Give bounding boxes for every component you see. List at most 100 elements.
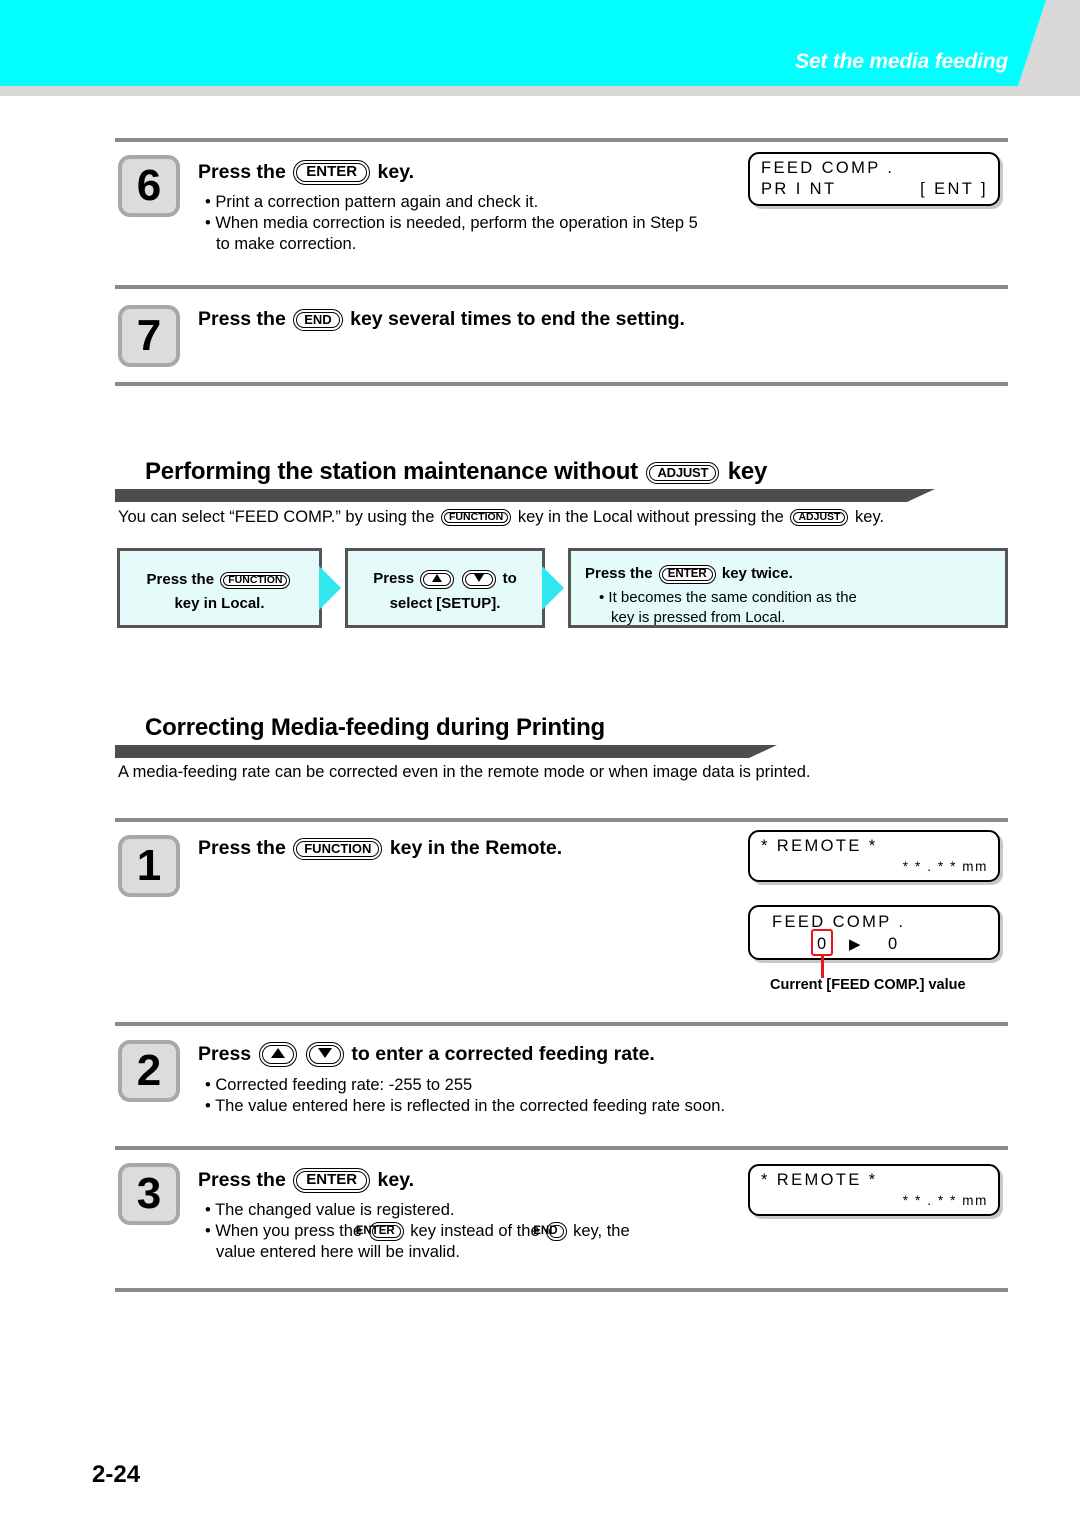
divider-rule	[115, 285, 1008, 289]
section-title-prefix: Performing the station maintenance witho…	[145, 458, 638, 485]
step-bullet-cont: to make correction.	[216, 235, 357, 253]
triangle-down-icon	[474, 573, 485, 582]
page-header-title: Set the media feeding	[795, 50, 1008, 73]
divider-rule	[115, 138, 1008, 142]
step-heading-suffix: key.	[377, 161, 415, 183]
lcd-line-1: FEED COMP .	[772, 913, 906, 931]
step-number-badge: 1	[118, 835, 180, 897]
triangle-up-icon	[432, 573, 443, 582]
step-heading-suffix: to enter a corrected feeding rate.	[351, 1043, 655, 1065]
lcd-line-2: * * . * * mm	[902, 1193, 988, 1208]
enter-key-button[interactable]: ENTER	[293, 1168, 371, 1194]
triangle-down-icon	[317, 1048, 332, 1059]
step-heading-prefix: Press the	[198, 837, 286, 859]
function-key-button[interactable]: FUNCTION	[220, 571, 291, 589]
lcd-line-1: FEED COMP .	[761, 159, 895, 177]
paragraph-part-b: key in the Local without pressing the	[517, 508, 784, 526]
step-bullet: • When media correction is needed, perfo…	[205, 214, 698, 232]
callout-red-leader-line	[821, 954, 824, 978]
bullet-text-b: key instead of the	[410, 1222, 540, 1240]
flow-text-suffix: to	[502, 570, 517, 587]
function-key-button[interactable]: FUNCTION	[293, 837, 383, 860]
function-key-button[interactable]: FUNCTION	[441, 509, 512, 527]
lcd-panel-step3: * REMOTE * * * . * * mm	[748, 1164, 1000, 1216]
step-body: • Corrected feeding rate: -255 to 255 • …	[205, 1075, 725, 1117]
triangle-up-icon	[270, 1048, 285, 1059]
divider-rule	[115, 1146, 1008, 1150]
section-underbar	[115, 489, 935, 502]
section-title-correcting: Correcting Media-feeding during Printing	[145, 714, 606, 741]
step-heading: Press the END key several times to end t…	[198, 306, 685, 332]
flow-step-1-line-1: Press the FUNCTION	[120, 569, 319, 590]
step-bullet-with-keys: • When you press the ENTER key instead o…	[205, 1221, 630, 1242]
flow-step-3-line-3: key is pressed from Local.	[611, 609, 786, 626]
step-heading-prefix: Press the	[198, 308, 286, 330]
section-paragraph-adjust: You can select “FEED COMP.” by using the…	[118, 506, 884, 528]
flow-text-prefix: Press the	[585, 565, 653, 582]
step-bullet: • The changed value is registered.	[205, 1201, 455, 1219]
page-number: 2-24	[92, 1461, 141, 1488]
divider-rule	[115, 818, 1008, 822]
up-arrow-key-button[interactable]	[420, 569, 455, 589]
step-heading-prefix: Press	[198, 1043, 252, 1065]
end-key-button[interactable]: END	[293, 308, 343, 331]
header-band: Set the media feeding	[0, 0, 1080, 96]
paragraph-part-c: key.	[855, 508, 885, 526]
up-arrow-key-button[interactable]	[258, 1042, 297, 1068]
step-number-badge: 3	[118, 1163, 180, 1225]
section-title-adjust: Performing the station maintenance witho…	[145, 458, 767, 486]
bullet-text-a: • When you press the	[205, 1222, 363, 1240]
flow-step-1-line-2: key in Local.	[174, 595, 265, 612]
lcd-line-1: * REMOTE *	[761, 1171, 878, 1189]
flow-step-3-line-1: Press the ENTER key twice.	[585, 563, 1005, 584]
enter-key-button[interactable]: ENTER	[356, 1222, 404, 1242]
lcd-line-2: * * . * * mm	[902, 859, 988, 874]
lcd-line-1: * REMOTE *	[761, 837, 878, 855]
flow-text-prefix: Press the	[146, 571, 215, 588]
step-body: • The changed value is registered. • Whe…	[205, 1200, 630, 1263]
step-bullet: • Print a correction pattern again and c…	[205, 193, 539, 211]
step-body: • Print a correction pattern again and c…	[205, 192, 698, 255]
divider-rule	[115, 1022, 1008, 1026]
callout-caption: Current [FEED COMP.] value	[770, 977, 966, 993]
flow-arrow-icon	[542, 566, 564, 610]
lcd-panel-step6: FEED COMP . PR I NT [ ENT ]	[748, 152, 1000, 206]
step-bullet: • Corrected feeding rate: -255 to 255	[205, 1076, 473, 1094]
enter-key-button[interactable]: ENTER	[658, 564, 716, 584]
paragraph-part-a: You can select “FEED COMP.” by using the	[118, 508, 435, 526]
step-bullet-cont: value entered here will be invalid.	[216, 1243, 460, 1261]
step-heading-prefix: Press the	[198, 1169, 286, 1191]
step-number-badge: 7	[118, 305, 180, 367]
flow-step-3: Press the ENTER key twice. • It becomes …	[568, 548, 1008, 628]
step-heading-suffix: key.	[377, 1169, 415, 1191]
flow-step-2-line-1: Press to	[348, 568, 542, 589]
step-heading: Press the FUNCTION key in the Remote.	[198, 835, 562, 861]
lcd-line-2b: [ ENT ]	[920, 180, 988, 198]
flow-step-2-line-2: select [SETUP].	[389, 595, 501, 612]
step-bullet: • The value entered here is reflected in…	[205, 1097, 726, 1115]
lcd-value-new: 0	[888, 935, 900, 953]
callout-red-highlight-box	[811, 929, 833, 956]
down-arrow-key-button[interactable]	[305, 1042, 344, 1068]
step-heading-suffix: key several times to end the setting.	[350, 308, 685, 330]
flow-text-suffix: key twice.	[721, 565, 793, 582]
down-arrow-key-button[interactable]	[462, 569, 497, 589]
adjust-key-button[interactable]: ADJUST	[790, 509, 849, 527]
section-underbar	[115, 745, 777, 758]
step-heading: Press the ENTER key.	[198, 159, 415, 186]
step-heading: Press the ENTER key.	[198, 1167, 415, 1194]
lcd-right-triangle-icon: ▶	[849, 936, 863, 953]
step-number-badge: 6	[118, 155, 180, 217]
enter-key-button[interactable]: ENTER	[293, 160, 371, 186]
adjust-key-button[interactable]: ADJUST	[646, 461, 720, 484]
section-paragraph-correcting: A media-feeding rate can be corrected ev…	[118, 763, 811, 781]
step-number-badge: 2	[118, 1040, 180, 1102]
flow-step-1: Press the FUNCTION key in Local.	[117, 548, 322, 628]
flow-text-prefix: Press	[373, 570, 415, 587]
end-key-button[interactable]: END	[533, 1222, 567, 1242]
bullet-text-c: key, the	[573, 1222, 630, 1240]
step-heading-prefix: Press the	[198, 161, 286, 183]
flow-arrow-icon	[319, 566, 341, 610]
lcd-line-2a: PR I NT	[761, 180, 837, 198]
section-title-suffix: key	[727, 458, 768, 485]
